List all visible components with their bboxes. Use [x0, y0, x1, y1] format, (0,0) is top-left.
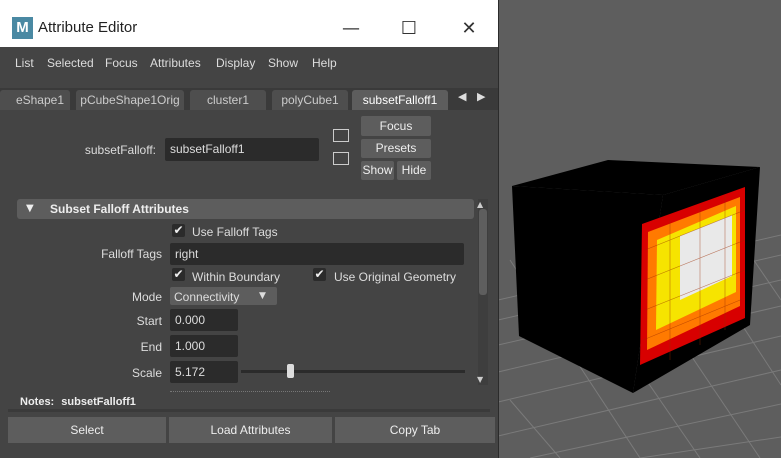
- end-label: End: [140, 340, 162, 354]
- within-boundary-label: Within Boundary: [192, 270, 281, 284]
- minimize-icon[interactable]: —: [328, 14, 374, 44]
- menu-bar: List Selected Focus Attributes Display S…: [0, 47, 498, 87]
- load-attributes-button[interactable]: Load Attributes: [169, 417, 332, 443]
- menu-attributes[interactable]: Attributes: [150, 56, 201, 70]
- maya-app-icon: M: [12, 17, 33, 39]
- hide-button[interactable]: Hide: [397, 161, 431, 180]
- menu-display[interactable]: Display: [216, 56, 255, 70]
- input-connection-icon[interactable]: [333, 129, 349, 142]
- presets-button[interactable]: Presets: [361, 139, 431, 158]
- node-name-field[interactable]: subsetFalloff1: [165, 138, 319, 161]
- splitter-handle[interactable]: [170, 391, 330, 393]
- attribute-editor-window: M Attribute Editor — ☐ ✕ List Selected F…: [0, 0, 499, 458]
- menu-show[interactable]: Show: [268, 56, 298, 70]
- use-falloff-tags-label: Use Falloff Tags: [192, 225, 278, 239]
- within-boundary-checkbox[interactable]: ✔: [172, 268, 185, 281]
- viewport-3d[interactable]: [498, 0, 781, 458]
- menu-list[interactable]: List: [15, 56, 34, 70]
- tab-cluster1[interactable]: cluster1: [190, 90, 266, 110]
- use-original-geometry-checkbox[interactable]: ✔: [313, 268, 326, 281]
- node-type-label: subsetFalloff:: [84, 143, 156, 157]
- tab-subsetfalloff1[interactable]: subsetFalloff1: [352, 90, 448, 110]
- select-button[interactable]: Select: [8, 417, 166, 443]
- menu-focus[interactable]: Focus: [105, 56, 138, 70]
- dropdown-arrow-icon: ▼: [259, 291, 266, 301]
- mode-dropdown[interactable]: Connectivity ▼: [170, 287, 277, 305]
- tab-prev-icon[interactable]: ◀: [458, 90, 466, 103]
- tab-eshape1[interactable]: eShape1: [0, 90, 70, 110]
- section-subset-falloff[interactable]: ▼ Subset Falloff Attributes: [17, 199, 474, 219]
- menu-help[interactable]: Help: [312, 56, 337, 70]
- falloff-tags-field[interactable]: right: [170, 243, 464, 265]
- mode-value: Connectivity: [174, 290, 240, 304]
- use-original-geometry-label: Use Original Geometry: [334, 270, 457, 284]
- scale-field[interactable]: 5.172: [170, 361, 238, 383]
- notes-divider: [8, 409, 490, 412]
- mode-label: Mode: [131, 290, 162, 304]
- use-falloff-tags-checkbox[interactable]: ✔: [172, 224, 185, 237]
- focus-button[interactable]: Focus: [361, 116, 431, 136]
- collapse-triangle-icon[interactable]: ▼: [26, 203, 34, 214]
- scroll-down-icon[interactable]: ▼: [477, 375, 483, 384]
- output-connection-icon[interactable]: [333, 152, 349, 165]
- tab-polycube1[interactable]: polyCube1: [272, 90, 348, 110]
- notes-value: subsetFalloff1: [61, 396, 136, 408]
- scroll-up-icon[interactable]: ▲: [477, 200, 483, 209]
- scrollbar-thumb[interactable]: [479, 209, 487, 295]
- node-tab-bar: eShape1 pCubeShape1Orig cluster1 polyCub…: [0, 88, 498, 110]
- start-label: Start: [136, 314, 162, 328]
- scale-slider-track[interactable]: [241, 370, 465, 373]
- falloff-tags-label: Falloff Tags: [101, 247, 162, 261]
- show-button[interactable]: Show: [361, 161, 394, 180]
- window-title: Attribute Editor: [38, 19, 138, 36]
- scene-svg: [498, 160, 781, 458]
- scale-slider-thumb[interactable]: [287, 364, 295, 378]
- notes-label: Notes:: [20, 396, 55, 408]
- close-icon[interactable]: ✕: [446, 14, 492, 44]
- tab-pcubeshape1orig[interactable]: pCubeShape1Orig: [76, 90, 184, 110]
- title-bar[interactable]: M Attribute Editor — ☐ ✕: [0, 0, 498, 47]
- notes-row: Notes: subsetFalloff1: [20, 396, 136, 408]
- copy-tab-button[interactable]: Copy Tab: [335, 417, 495, 443]
- scale-label: Scale: [131, 366, 162, 380]
- end-field[interactable]: 1.000: [170, 335, 238, 357]
- maximize-icon[interactable]: ☐: [386, 14, 432, 44]
- start-field[interactable]: 0.000: [170, 309, 238, 331]
- menu-selected[interactable]: Selected: [47, 56, 94, 70]
- tab-next-icon[interactable]: ▶: [477, 90, 485, 103]
- section-title: Subset Falloff Attributes: [50, 202, 189, 216]
